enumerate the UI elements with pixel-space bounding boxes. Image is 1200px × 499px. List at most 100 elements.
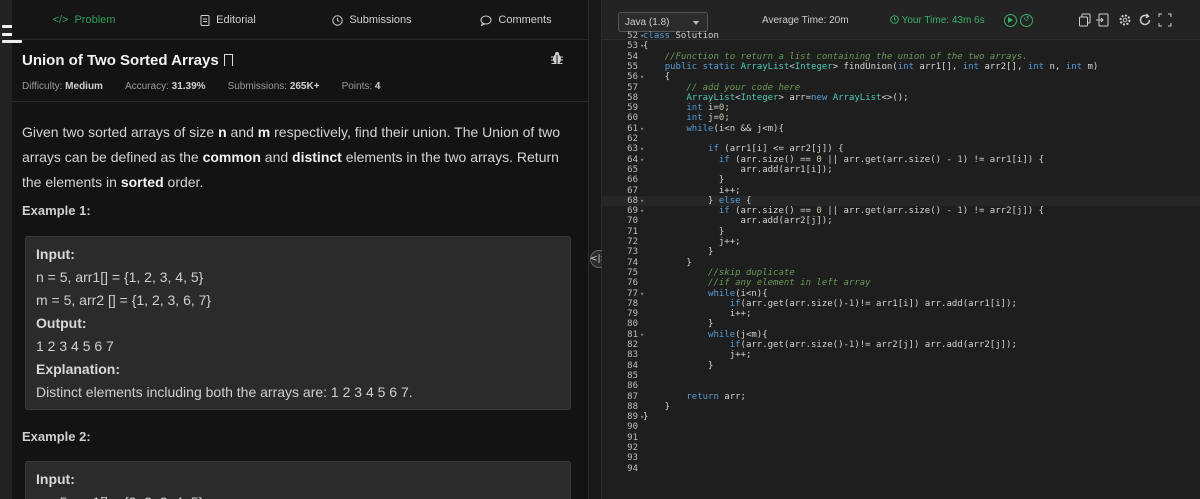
line-number: 90 <box>627 422 638 433</box>
line-number: 86 <box>627 381 638 392</box>
code-line[interactable]: 84 } <box>602 361 1200 371</box>
settings-icon[interactable] <box>1118 13 1132 27</box>
code-line[interactable]: 68 ▾ } else { <box>602 195 1200 207</box>
code-line[interactable]: 94 <box>602 464 1200 474</box>
code-text: arr.add(arr2[j]); <box>643 216 833 227</box>
line-number: 76 <box>627 278 638 289</box>
code-line[interactable]: 86 <box>602 381 1200 391</box>
code-line[interactable]: 55 public static ArrayList<Integer> find… <box>602 62 1200 72</box>
code-line[interactable]: 60 int j=0; <box>602 113 1200 123</box>
document-icon <box>200 14 210 26</box>
code-line[interactable]: 90 <box>602 422 1200 432</box>
tab-label: Comments <box>498 14 552 26</box>
line-number: 62 <box>627 134 638 144</box>
line-number: 84 <box>627 360 638 371</box>
page-title: Union of Two Sorted Arrays <box>22 51 219 69</box>
code-text: //skip duplicate <box>708 267 795 278</box>
chevron-down-icon <box>693 21 699 25</box>
tab-comments[interactable]: Comments <box>444 0 588 40</box>
reset-timer-icon[interactable]: ↺ <box>1020 14 1033 27</box>
code-text: } else { <box>643 195 752 206</box>
code-line[interactable]: 59 int i=0; <box>602 103 1200 113</box>
example-2-box: Input: n = 5, arr1[] = {2, 2, 3, 4, 5} <box>25 461 571 499</box>
code-line[interactable]: 81 ▾ while(j<m){ <box>602 330 1200 340</box>
code-line[interactable]: 87 return arr; <box>602 392 1200 402</box>
line-number: 94 <box>627 463 638 474</box>
explanation-label: Explanation: <box>36 361 121 377</box>
code-text: //if any element in left array <box>708 278 871 289</box>
code-line[interactable]: 78 if(arr.get(arr.size()-1)!= arr1[i]) a… <box>602 299 1200 309</box>
line-number: 77 <box>627 288 638 299</box>
code-text: j++; <box>643 350 752 361</box>
code-line[interactable]: 83 j++; <box>602 350 1200 360</box>
code-line[interactable]: 88 } <box>602 402 1200 412</box>
code-line[interactable]: 57 // add your code here <box>602 83 1200 93</box>
code-line[interactable]: 58 ArrayList<Integer> arr=new ArrayList<… <box>602 93 1200 103</box>
code-line[interactable]: 93 <box>602 453 1200 463</box>
code-text: if (arr.size() == 0 || arr.get(arr.size(… <box>718 206 1044 217</box>
code-text: } <box>643 247 714 258</box>
bookmark-icon[interactable] <box>223 54 233 66</box>
line-number: 83 <box>627 350 638 361</box>
line-number: 67 <box>627 185 638 196</box>
code-line[interactable]: 52 ▾ class Solution <box>602 31 1200 41</box>
code-text: // add your code here <box>686 82 801 93</box>
line-number: 82 <box>627 340 638 350</box>
code-line[interactable]: 71 } <box>602 227 1200 237</box>
clock-icon <box>890 15 899 24</box>
line-number: 71 <box>627 226 638 237</box>
line-number: 57 <box>627 82 638 93</box>
line-number: 80 <box>627 319 638 330</box>
code-text: i++; <box>643 185 741 196</box>
language-select[interactable]: Java (1.8) <box>618 12 708 32</box>
code-line[interactable]: 54 //Function to return a list containin… <box>602 52 1200 62</box>
reset-code-icon[interactable] <box>1138 13 1152 27</box>
line-number: 59 <box>627 103 638 114</box>
code-line[interactable]: 77 ▾ while(i<n){ <box>602 289 1200 299</box>
copy-icon[interactable] <box>1078 13 1092 27</box>
code-panel: Java (1.8) Average Time: 20m Your Time: … <box>602 0 1200 499</box>
code-line[interactable]: 72 j++; <box>602 237 1200 247</box>
code-line[interactable]: 75 //skip duplicate <box>602 268 1200 278</box>
bug-report-icon[interactable] <box>550 51 564 65</box>
code-text: while(j<m){ <box>708 329 768 340</box>
code-line[interactable]: 80 } <box>602 319 1200 329</box>
code-line[interactable]: 69 ▾ if (arr.size() == 0 || arr.get(arr.s… <box>602 206 1200 216</box>
code-line[interactable]: 61 ▾ while(i<n && j<m){ <box>602 124 1200 134</box>
code-line[interactable]: 74 } <box>602 258 1200 268</box>
code-icon: </> <box>52 14 69 26</box>
tab-editorial[interactable]: Editorial <box>156 0 300 40</box>
example-2-title: Example 2: <box>22 429 91 444</box>
code-line[interactable]: 92 <box>602 443 1200 453</box>
code-editor[interactable]: 52 ▾ class Solution 53 ▾{54 //Function to re… <box>602 31 1200 499</box>
code-line[interactable]: 62 <box>602 134 1200 144</box>
code-line[interactable]: 66 } <box>602 175 1200 185</box>
code-line[interactable]: 67 i++; <box>602 186 1200 196</box>
problem-title-row: Union of Two Sorted Arrays <box>22 48 578 72</box>
code-line[interactable]: 70 arr.add(arr2[j]); <box>602 216 1200 226</box>
code-text: { <box>643 72 671 83</box>
code-line[interactable]: 82 if(arr.get(arr.size()-1)!= arr2[j]) a… <box>602 340 1200 350</box>
code-text: j++; <box>643 237 741 247</box>
line-number: 61 <box>627 123 638 134</box>
code-line[interactable]: 76 //if any element in left array <box>602 278 1200 288</box>
fullscreen-icon[interactable] <box>1158 13 1172 27</box>
code-line[interactable]: 53 ▾{ <box>602 41 1200 51</box>
example-input-line: m = 5, arr2 [] = {1, 2, 3, 6, 7} <box>36 292 212 308</box>
average-time: Average Time: 20m <box>762 15 849 26</box>
code-line[interactable]: 73 } <box>602 247 1200 257</box>
line-number: 89 <box>627 412 638 423</box>
code-line[interactable]: 56 ▾ { <box>602 72 1200 82</box>
code-line[interactable]: 63 ▾ if (arr1[i] <= arr2[j]) { <box>602 144 1200 154</box>
code-line[interactable]: 79 i++; <box>602 309 1200 319</box>
example-input-line: n = 5, arr1[] = {2, 2, 3, 4, 5} <box>36 491 560 499</box>
tab-problem[interactable]: </> Problem <box>12 0 156 40</box>
code-line[interactable]: 64 ▾ if (arr.size() == 0 || arr.get(arr.s… <box>602 155 1200 165</box>
code-line[interactable]: 85 <box>602 371 1200 381</box>
tab-submissions[interactable]: Submissions <box>300 0 444 40</box>
code-line[interactable]: 89 ▾} <box>602 412 1200 422</box>
code-line[interactable]: 91 <box>602 433 1200 443</box>
start-timer-button[interactable] <box>1004 14 1017 27</box>
import-file-icon[interactable] <box>1096 13 1110 27</box>
code-line[interactable]: 65 arr.add(arr1[i]); <box>602 165 1200 175</box>
